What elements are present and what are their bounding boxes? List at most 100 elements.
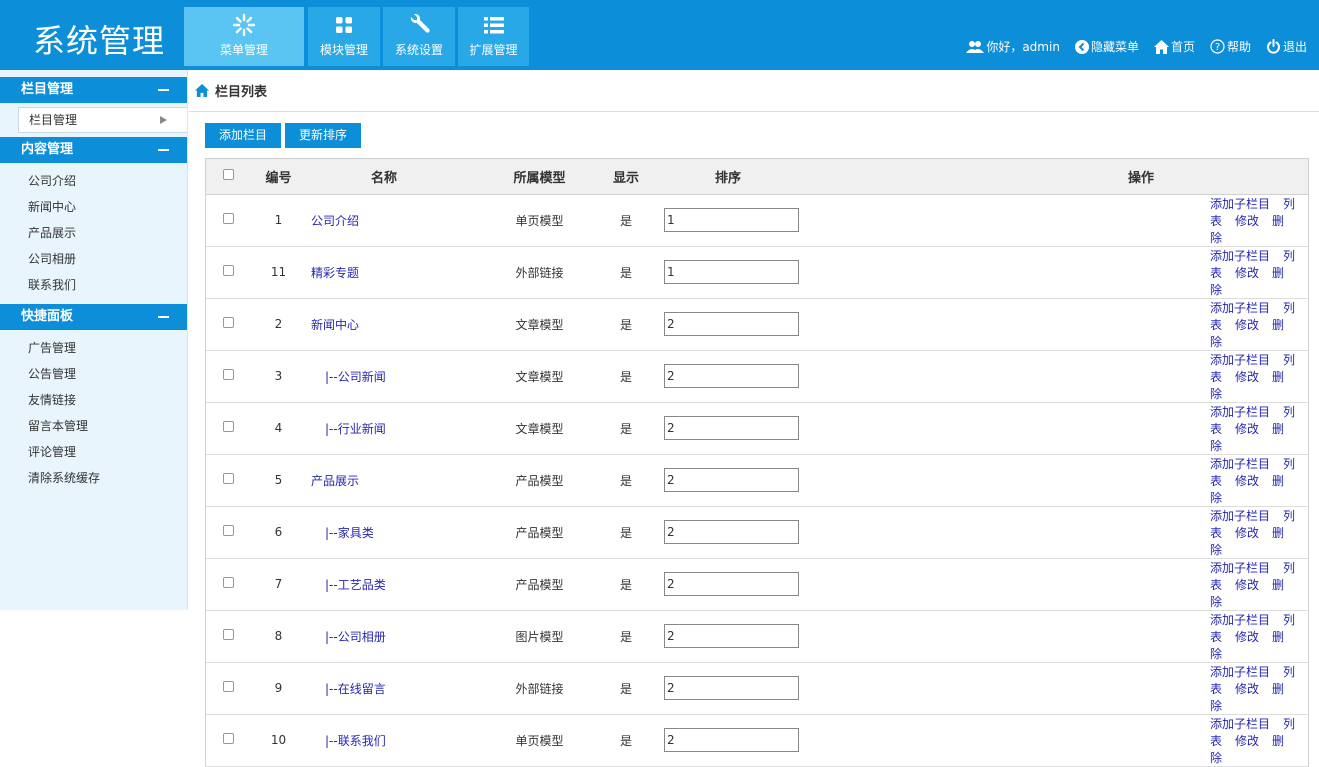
row-checkbox-cell [206, 454, 250, 507]
nav-tab-module-management[interactable]: 模块管理 [308, 7, 380, 66]
sidebar-item-company-album[interactable]: 公司相册 [0, 246, 187, 272]
sidebar-item-column-management[interactable]: 栏目管理 [18, 107, 187, 133]
row-name-link[interactable]: 精彩专题 [307, 246, 486, 299]
row-order-input[interactable] [664, 260, 799, 284]
add-child-link[interactable]: 添加子栏目 [1210, 353, 1270, 367]
row-checkbox[interactable] [222, 369, 234, 380]
row-order-cell [659, 298, 974, 351]
add-child-link[interactable]: 添加子栏目 [1210, 249, 1270, 263]
add-child-link[interactable]: 添加子栏目 [1210, 665, 1270, 679]
add-child-link[interactable]: 添加子栏目 [1210, 301, 1270, 315]
row-checkbox[interactable] [222, 421, 234, 432]
sidebar-item-ads[interactable]: 广告管理 [0, 335, 187, 361]
row-name-link[interactable]: 公司介绍 [307, 194, 486, 247]
row-order-input[interactable] [664, 416, 799, 440]
row-id: 2 [250, 298, 307, 351]
add-child-link[interactable]: 添加子栏目 [1210, 405, 1270, 419]
sidebar-item-guestbook[interactable]: 留言本管理 [0, 413, 187, 439]
add-column-button[interactable]: 添加栏目 [205, 123, 282, 148]
nav-tab-system-settings[interactable]: 系统设置 [383, 7, 455, 66]
row-name-link[interactable]: |--公司新闻 [307, 350, 486, 403]
sidebar-item-notices[interactable]: 公告管理 [0, 361, 187, 387]
sidebar-item-news-center[interactable]: 新闻中心 [0, 194, 187, 220]
row-model: 产品模型 [486, 506, 593, 559]
row-id: 10 [250, 714, 307, 767]
circle-left-arrow-icon [1074, 39, 1089, 54]
sidebar-item-clear-cache[interactable]: 清除系统缓存 [0, 465, 187, 491]
page-title: 栏目列表 [215, 85, 268, 100]
hide-menu-link[interactable]: 隐藏菜单 [1074, 38, 1139, 55]
row-model: 单页模型 [486, 714, 593, 767]
edit-link[interactable]: 修改 [1235, 630, 1259, 644]
row-order-input[interactable] [664, 676, 799, 700]
collapse-icon[interactable] [158, 89, 169, 91]
row-checkbox-cell [206, 558, 250, 611]
row-checkbox[interactable] [222, 317, 234, 328]
row-show: 是 [593, 610, 659, 663]
help-link[interactable]: ? 帮助 [1210, 38, 1251, 55]
edit-link[interactable]: 修改 [1235, 578, 1259, 592]
row-order-input[interactable] [664, 728, 799, 752]
add-child-link[interactable]: 添加子栏目 [1210, 717, 1270, 731]
row-checkbox[interactable] [222, 629, 234, 640]
col-header-show: 显示 [593, 159, 659, 195]
row-order-input[interactable] [664, 312, 799, 336]
row-checkbox[interactable] [222, 577, 234, 588]
row-order-input[interactable] [664, 364, 799, 388]
row-name-link[interactable]: 产品展示 [307, 454, 486, 507]
add-child-link[interactable]: 添加子栏目 [1210, 613, 1270, 627]
row-show: 是 [593, 662, 659, 715]
row-order-input[interactable] [664, 208, 799, 232]
row-name-link[interactable]: |--联系我们 [307, 714, 486, 767]
row-checkbox[interactable] [222, 265, 234, 276]
edit-link[interactable]: 修改 [1235, 474, 1259, 488]
edit-link[interactable]: 修改 [1235, 214, 1259, 228]
sidebar-item-friend-links[interactable]: 友情链接 [0, 387, 187, 413]
collapse-icon[interactable] [158, 149, 169, 151]
row-name-link[interactable]: 新闻中心 [307, 298, 486, 351]
update-sort-button[interactable]: 更新排序 [285, 123, 362, 148]
sidebar-item-products[interactable]: 产品展示 [0, 220, 187, 246]
sidebar-group-content-management[interactable]: 内容管理 [0, 137, 187, 163]
edit-link[interactable]: 修改 [1235, 422, 1259, 436]
home-link[interactable]: 首页 [1153, 38, 1195, 55]
add-child-link[interactable]: 添加子栏目 [1210, 457, 1270, 471]
sidebar-item-contact-us[interactable]: 联系我们 [0, 272, 187, 298]
help-icon: ? [1210, 39, 1225, 54]
edit-link[interactable]: 修改 [1235, 370, 1259, 384]
edit-link[interactable]: 修改 [1235, 682, 1259, 696]
sidebar-item-company-intro[interactable]: 公司介绍 [0, 168, 187, 194]
row-ops: 添加子栏目 列表 修改 删除 [974, 714, 1308, 767]
select-all-checkbox[interactable] [222, 168, 234, 180]
row-name-link[interactable]: |--公司相册 [307, 610, 486, 663]
edit-link[interactable]: 修改 [1235, 266, 1259, 280]
edit-link[interactable]: 修改 [1235, 734, 1259, 748]
sidebar-group-quick-panel[interactable]: 快捷面板 [0, 304, 187, 330]
add-child-link[interactable]: 添加子栏目 [1210, 197, 1270, 211]
add-child-link[interactable]: 添加子栏目 [1210, 509, 1270, 523]
row-order-input[interactable] [664, 468, 799, 492]
row-name-link[interactable]: |--在线留言 [307, 662, 486, 715]
sidebar-item-comments[interactable]: 评论管理 [0, 439, 187, 465]
row-checkbox[interactable] [222, 473, 234, 484]
nav-tab-menu-management[interactable]: 菜单管理 [184, 7, 304, 66]
row-checkbox[interactable] [222, 525, 234, 536]
row-order-input[interactable] [664, 624, 799, 648]
row-checkbox[interactable] [222, 733, 234, 744]
row-name-link[interactable]: |--工艺品类 [307, 558, 486, 611]
row-name-link[interactable]: |--家具类 [307, 506, 486, 559]
row-name-link[interactable]: |--行业新闻 [307, 402, 486, 455]
collapse-icon[interactable] [158, 316, 169, 318]
row-order-input[interactable] [664, 520, 799, 544]
add-child-link[interactable]: 添加子栏目 [1210, 561, 1270, 575]
row-model: 文章模型 [486, 350, 593, 403]
nav-tab-extension-management[interactable]: 扩展管理 [458, 7, 529, 66]
row-checkbox[interactable] [222, 213, 234, 224]
logout-link[interactable]: 退出 [1266, 38, 1307, 55]
row-checkbox-cell [206, 506, 250, 559]
row-order-input[interactable] [664, 572, 799, 596]
sidebar-group-column-management[interactable]: 栏目管理 [0, 77, 187, 103]
edit-link[interactable]: 修改 [1235, 318, 1259, 332]
edit-link[interactable]: 修改 [1235, 526, 1259, 540]
row-checkbox[interactable] [222, 681, 234, 692]
